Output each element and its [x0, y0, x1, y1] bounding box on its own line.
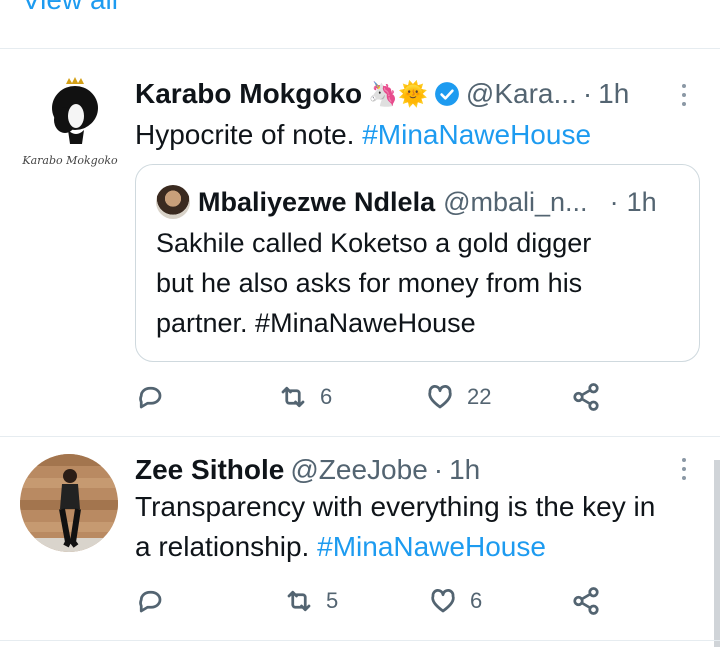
- like-button[interactable]: 6: [428, 586, 482, 616]
- retweet-icon: [281, 386, 305, 408]
- tweet-text-line: a relationship. #MinaNaweHouse: [135, 527, 655, 567]
- tweet-header: Zee Sithole @ZeeJobe · 1h: [135, 454, 486, 486]
- like-count: 22: [467, 384, 492, 409]
- quote-text-line: Sakhile called Koketso a gold digger: [156, 228, 592, 258]
- tweet-text-plain: a relationship.: [135, 531, 310, 562]
- view-all-link[interactable]: View all: [22, 0, 118, 16]
- share-icon: [573, 587, 599, 615]
- author-handle[interactable]: @Kara...: [466, 78, 577, 110]
- quoted-tweet[interactable]: Mbaliyezwe Ndlela @mbali_n... · 1h Sakhi…: [135, 164, 700, 362]
- tweet-text-plain: Hypocrite of note.: [135, 119, 355, 150]
- retweet-count: 5: [326, 588, 339, 613]
- quote-author-handle[interactable]: @mbali_n...: [443, 187, 587, 218]
- share-icon: [573, 383, 599, 411]
- quote-timestamp: 1h: [626, 186, 657, 217]
- quote-text: Sakhile called Koketso a gold digger but…: [156, 223, 676, 343]
- quote-text-line: but he also asks for money from his: [156, 268, 583, 298]
- verified-icon: [434, 82, 459, 106]
- author-name[interactable]: Karabo Mokgoko: [135, 78, 362, 110]
- quote-header: Mbaliyezwe Ndlela @mbali_n... · 1h: [156, 185, 665, 219]
- avatar[interactable]: Karabo Mokgoko: [18, 70, 122, 174]
- reply-button[interactable]: [135, 586, 165, 616]
- hashtag-link[interactable]: #MinaNaweHouse: [317, 531, 546, 562]
- author-name[interactable]: Zee Sithole: [135, 454, 284, 486]
- quote-author-name[interactable]: Mbaliyezwe Ndlela: [198, 187, 435, 218]
- avatar-photo-image: [20, 454, 118, 552]
- retweet-count: 6: [320, 384, 333, 409]
- separator: ·: [609, 186, 619, 217]
- share-button[interactable]: [571, 586, 601, 616]
- quote-avatar[interactable]: [156, 185, 190, 219]
- reply-icon: [139, 386, 162, 409]
- retweet-icon: [287, 590, 311, 612]
- tweet-text: Transparency with everything is the key …: [135, 487, 655, 567]
- scrollbar[interactable]: [714, 460, 720, 647]
- avatar-caption: Karabo Mokgoko: [22, 154, 118, 167]
- like-icon: [431, 588, 455, 613]
- reply-button[interactable]: [135, 382, 165, 412]
- author-handle[interactable]: @ZeeJobe: [290, 454, 427, 486]
- avatar[interactable]: [20, 454, 118, 552]
- quote-text-line: partner. #MinaNaweHouse: [156, 308, 476, 338]
- share-button[interactable]: [571, 382, 601, 412]
- tweet-text: Hypocrite of note. #MinaNaweHouse: [135, 115, 591, 155]
- reply-icon: [139, 590, 162, 613]
- tweet-karabo[interactable]: Karabo Mokgoko Karabo Mokgoko 🦄🌞 @Kara..…: [0, 48, 720, 436]
- tweet-text-line: Transparency with everything is the key …: [135, 491, 656, 522]
- like-button[interactable]: 22: [425, 382, 491, 412]
- author-emojis: 🦄🌞: [368, 80, 428, 108]
- timestamp[interactable]: 1h: [449, 454, 480, 486]
- tweet-zee[interactable]: Zee Sithole @ZeeJobe · 1h Transparency w…: [0, 436, 720, 647]
- retweet-button[interactable]: 6: [278, 382, 332, 412]
- separator: ·: [582, 78, 593, 109]
- divider: [0, 640, 720, 641]
- timestamp[interactable]: 1h: [598, 78, 629, 110]
- separator: ·: [433, 454, 444, 485]
- tweet-header: Karabo Mokgoko 🦄🌞 @Kara... · 1h: [135, 78, 635, 110]
- like-icon: [428, 384, 452, 409]
- like-count: 6: [470, 588, 483, 613]
- retweet-button[interactable]: 5: [284, 586, 338, 616]
- more-icon[interactable]: [681, 84, 687, 106]
- more-icon[interactable]: [681, 458, 687, 480]
- hashtag-link[interactable]: #MinaNaweHouse: [362, 119, 591, 150]
